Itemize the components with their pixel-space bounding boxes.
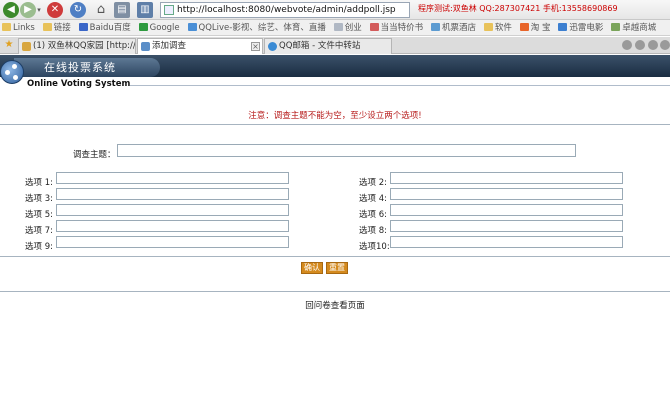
xunlei-icon <box>558 23 568 31</box>
option-10-label: 选项10: <box>359 242 390 252</box>
logo-dot <box>12 64 17 69</box>
tab-scroll-right-icon[interactable] <box>635 40 645 50</box>
ad-banner-text: 程序测试:双鱼林 QQ:287307421 手机:13558690869 <box>418 4 618 13</box>
tab-bar: ★ (1) 双鱼林QQ家园 [http://28... 添加调查 × QQ邮箱 … <box>0 37 670 54</box>
google-icon <box>138 23 148 31</box>
subject-input[interactable] <box>117 144 576 157</box>
option-9-label: 选项 9: <box>25 242 53 252</box>
option-4-input[interactable] <box>390 188 623 200</box>
option-9-input[interactable] <box>56 236 289 248</box>
option-2-label: 选项 2: <box>359 178 387 188</box>
option-3-input[interactable] <box>56 188 289 200</box>
option-2-input[interactable] <box>390 172 623 184</box>
option-8-label: 选项 8: <box>359 226 387 236</box>
address-url: http://localhost:8080/webvote/admin/addp… <box>177 5 396 15</box>
bookmark-zhuoyue[interactable]: 卓越商城 <box>609 20 659 35</box>
bookmark-chuangye[interactable]: 创业 <box>332 20 365 35</box>
site-title: 在线投票系统 <box>44 61 116 74</box>
option-7-label: 选项 7: <box>25 226 53 236</box>
logo-dot <box>5 70 10 75</box>
site-banner: 在线投票系统 Online Voting System <box>0 55 670 90</box>
bookmarks-bar: Links 链接 Baidu百度 Google QQLive-影视、综艺、体育、… <box>0 20 670 36</box>
option-1-label: 选项 1: <box>25 178 53 188</box>
tab-list-icon[interactable] <box>648 40 658 50</box>
option-1-input[interactable] <box>56 172 289 184</box>
bookmark-qqlive[interactable]: QQLive-影视、综艺、体育、直播 <box>186 20 329 35</box>
bookmark-icon[interactable]: ▥ <box>137 2 153 18</box>
folder-icon <box>483 23 493 31</box>
tab-qq-mail[interactable]: QQ邮箱 - 文件中转站 <box>264 38 392 54</box>
banner-divider <box>130 85 670 86</box>
bookmark-google[interactable]: Google <box>137 20 183 35</box>
baidu-icon <box>78 23 88 31</box>
forward-arrow-icon[interactable]: ▶ <box>20 2 36 18</box>
divider <box>0 291 670 292</box>
taobao-icon <box>519 23 529 31</box>
back-to-poll-list-link[interactable]: 回问卷查看页面 <box>0 299 670 311</box>
page-icon <box>431 23 440 31</box>
option-4-label: 选项 4: <box>359 194 387 204</box>
tab-qq-home[interactable]: (1) 双鱼林QQ家园 [http://28... <box>18 38 136 54</box>
close-tab-icon[interactable]: × <box>251 42 260 51</box>
bookmark-lianjie[interactable]: 链接 <box>41 20 74 35</box>
star-icon[interactable]: ★ <box>4 39 14 51</box>
logo-icon <box>0 60 24 84</box>
bookmark-xunlei[interactable]: 迅雷电影 <box>556 20 606 35</box>
qq-mail-icon <box>268 42 277 51</box>
stop-icon[interactable]: ✕ <box>47 2 63 18</box>
page-icon <box>141 42 150 51</box>
page-icon <box>611 23 621 31</box>
print-icon[interactable]: ▤ <box>114 2 130 18</box>
folder-icon <box>42 23 52 31</box>
page-content: 在线投票系统 Online Voting System 注意：调查主题不能为空，… <box>0 55 670 416</box>
option-10-input[interactable] <box>390 236 623 248</box>
qqlive-icon <box>187 23 197 31</box>
logo-dot <box>13 75 18 80</box>
tab-add-poll[interactable]: 添加调查 × <box>137 38 263 54</box>
refresh-icon[interactable]: ↻ <box>70 2 86 18</box>
option-7-input[interactable] <box>56 220 289 232</box>
page-icon <box>333 23 343 31</box>
form-notice: 注意：调查主题不能为空，至少设立两个选项! <box>248 111 422 121</box>
folder-icon <box>2 23 11 31</box>
site-subtitle: Online Voting System <box>27 79 131 89</box>
bookmark-ruanjian[interactable]: 软件 <box>482 20 515 35</box>
back-arrow-icon[interactable]: ◀ <box>3 2 19 18</box>
option-6-input[interactable] <box>390 204 623 216</box>
bookmark-dangdang[interactable]: 当当特价书 <box>368 20 427 35</box>
option-6-label: 选项 6: <box>359 210 387 220</box>
tab-scroll-left-icon[interactable] <box>622 40 632 50</box>
home-icon[interactable]: ⌂ <box>93 2 109 18</box>
option-3-label: 选项 3: <box>25 194 53 204</box>
dropdown-icon[interactable]: ▾ <box>35 2 43 18</box>
bookmark-baidu[interactable]: Baidu百度 <box>77 20 134 35</box>
bookmark-links[interactable]: Links <box>0 20 38 35</box>
subject-label: 调查主题： <box>73 150 116 160</box>
window-close-icon[interactable] <box>660 40 670 50</box>
option-5-label: 选项 5: <box>25 210 53 220</box>
page-icon <box>22 42 31 51</box>
divider <box>0 256 670 257</box>
bookmark-taobao[interactable]: 淘 宝 <box>518 20 554 35</box>
option-5-input[interactable] <box>56 204 289 216</box>
browser-toolbar: ◀ ▶ ▾ ✕ ↻ ⌂ ▤ ▥ http://localhost:8080/we… <box>0 0 670 20</box>
page-favicon-icon <box>164 5 174 15</box>
address-bar[interactable]: http://localhost:8080/webvote/admin/addp… <box>160 2 410 18</box>
bookmark-jipiao[interactable]: 机票酒店 <box>429 20 479 35</box>
submit-button[interactable]: 确认 <box>301 262 323 274</box>
page-icon <box>369 23 379 31</box>
reset-button[interactable]: 重置 <box>326 262 348 274</box>
option-8-input[interactable] <box>390 220 623 232</box>
divider <box>0 124 670 125</box>
